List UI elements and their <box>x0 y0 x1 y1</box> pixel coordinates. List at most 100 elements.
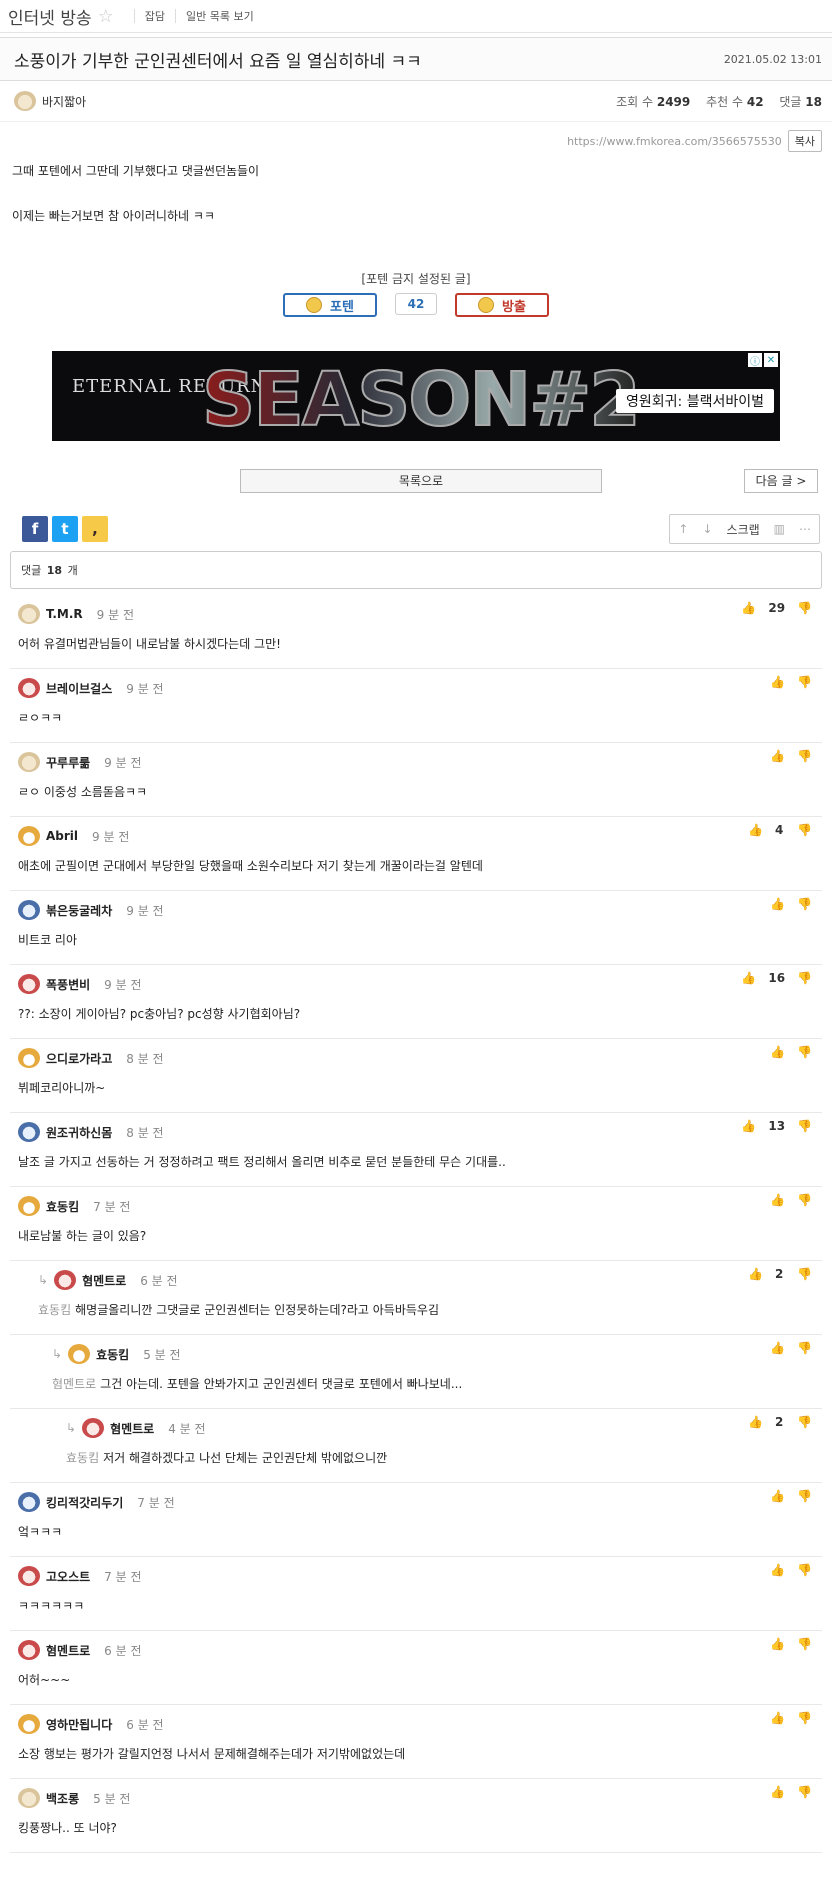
thumbs-up-icon[interactable]: 👍 <box>770 1563 785 1577</box>
copy-url-button[interactable]: 복사 <box>787 130 822 152</box>
facebook-share-icon[interactable]: f <box>22 516 48 542</box>
next-post-button[interactable]: 다음 글 > <box>744 469 818 493</box>
avatar[interactable] <box>18 1492 40 1512</box>
comment-author[interactable]: 혐멘트로 <box>110 1420 154 1437</box>
reply-target[interactable]: 혐멘트로 <box>52 1377 96 1391</box>
thumbs-down-icon[interactable]: 👎 <box>797 1193 812 1207</box>
thumbs-up-icon[interactable]: 👍 <box>770 1341 785 1355</box>
reply-target[interactable]: 효동킴 <box>66 1451 99 1465</box>
back-to-list-button[interactable]: 목록으로 <box>240 469 602 493</box>
avatar[interactable] <box>18 1640 40 1660</box>
thumbs-down-icon[interactable]: 👎 <box>797 1711 812 1725</box>
comment-author[interactable]: 브레이브걸스 <box>46 680 112 697</box>
comment-author[interactable]: 효동킴 <box>96 1346 129 1363</box>
thumbs-down-icon[interactable]: 👎 <box>797 1785 812 1799</box>
thumbs-up-icon[interactable]: 👍 <box>741 971 756 985</box>
comment-time: 7 분 전 <box>93 1199 131 1214</box>
category-link[interactable]: 잡담 <box>145 8 165 24</box>
avatar[interactable] <box>18 1048 40 1068</box>
favorite-star-icon[interactable]: ☆ <box>98 6 114 27</box>
thumbs-down-icon[interactable]: 👎 <box>797 601 812 615</box>
avatar[interactable] <box>18 826 40 846</box>
thumbs-up-icon[interactable]: 👍 <box>748 1267 763 1281</box>
thumbs-up-icon[interactable]: 👍 <box>770 749 785 763</box>
avatar[interactable] <box>18 604 40 624</box>
thumbs-down-icon[interactable]: 👎 <box>797 1119 812 1133</box>
board-name[interactable]: 인터넷 방송 <box>8 4 92 29</box>
scrap-button[interactable]: 스크랩 <box>727 521 760 538</box>
twitter-share-icon[interactable]: t <box>52 516 78 542</box>
comment-author[interactable]: 킹리적갓리두기 <box>46 1494 123 1511</box>
thumbs-down-icon[interactable]: 👎 <box>797 897 812 911</box>
thumbs-down-icon[interactable]: 👎 <box>797 1637 812 1651</box>
comment-author[interactable]: 효동킴 <box>46 1198 79 1215</box>
comment-author[interactable]: T.M.R <box>46 607 83 621</box>
ad-banner[interactable]: ETERNAL RETURN SEASON#2 영원회귀: 블랙서바이벌 ⓘ ✕ <box>52 351 780 441</box>
avatar[interactable] <box>18 1196 40 1216</box>
thumbs-down-icon[interactable]: 👎 <box>797 971 812 985</box>
thumbs-down-icon[interactable]: 👎 <box>797 823 812 837</box>
comment-author[interactable]: 혐멘트로 <box>46 1642 90 1659</box>
comment-author[interactable]: 혐멘트로 <box>82 1272 126 1289</box>
list-view-link[interactable]: 일반 목록 보기 <box>186 8 254 24</box>
avatar[interactable] <box>68 1344 91 1364</box>
ad-close-icon[interactable]: ✕ <box>764 353 778 367</box>
thumbs-up-icon[interactable]: 👍 <box>748 823 763 837</box>
thumbs-up-icon[interactable]: 👍 <box>770 1489 785 1503</box>
thumbs-up-icon[interactable]: 👍 <box>770 1045 785 1059</box>
avatar[interactable] <box>18 900 40 920</box>
avatar[interactable] <box>18 974 40 994</box>
comment-author[interactable]: 폭풍변비 <box>46 976 90 993</box>
thumbs-up-icon[interactable]: 👍 <box>770 1193 785 1207</box>
kakao-share-icon[interactable]: , <box>82 516 108 542</box>
thumbs-up-icon[interactable]: 👍 <box>770 1785 785 1799</box>
thumbs-up-icon[interactable]: 👍 <box>741 1119 756 1133</box>
arrow-up-icon[interactable]: ↑ <box>678 522 688 536</box>
avatar[interactable] <box>18 678 40 698</box>
avatar[interactable] <box>18 1122 40 1142</box>
thumbs-down-icon[interactable]: 👎 <box>797 1267 812 1281</box>
comment-author[interactable]: 영하만됩니다 <box>46 1716 112 1733</box>
thumbs-down-icon[interactable]: 👎 <box>797 1563 812 1577</box>
comment-item: 백조롱 5 분 전 킹풍짱나.. 또 너야? 👍 👎 <box>10 1779 822 1853</box>
avatar[interactable] <box>54 1270 77 1290</box>
comment-author[interactable]: 꾸루루룲 <box>46 754 90 771</box>
ad-cta[interactable]: 영원회귀: 블랙서바이벌 <box>616 389 774 413</box>
thumbs-down-icon[interactable]: 👎 <box>797 1341 812 1355</box>
comment-author[interactable]: 볶은둥굴레차 <box>46 902 112 919</box>
avatar[interactable] <box>82 1418 105 1438</box>
thumbs-up-icon[interactable]: 👍 <box>748 1415 763 1429</box>
release-vote-button[interactable]: 방출 <box>455 293 549 317</box>
thumbs-down-icon[interactable]: 👎 <box>797 675 812 689</box>
author-name[interactable]: 바지짧아 <box>42 93 86 110</box>
thumbs-up-icon[interactable]: 👍 <box>770 1637 785 1651</box>
comment-author[interactable]: 원조귀하신몸 <box>46 1124 112 1141</box>
thumbs-down-icon[interactable]: 👎 <box>797 749 812 763</box>
thumbs-down-icon[interactable]: 👎 <box>797 1489 812 1503</box>
comment-author[interactable]: 으디로가라고 <box>46 1050 112 1067</box>
comment-author[interactable]: 백조롱 <box>46 1790 79 1807</box>
arrow-down-icon[interactable]: ↓ <box>702 522 712 536</box>
avatar[interactable] <box>18 1788 40 1808</box>
thumbs-up-icon[interactable]: 👍 <box>741 601 756 615</box>
thumbs-down-icon[interactable]: 👎 <box>797 1415 812 1429</box>
avatar[interactable] <box>18 752 40 772</box>
thumbs-up-icon[interactable]: 👍 <box>770 675 785 689</box>
comment-item: 원조귀하신몸 8 분 전 날조 글 가지고 선동하는 거 정정하려고 팩트 정리… <box>10 1113 822 1187</box>
ad-info-icon[interactable]: ⓘ <box>748 353 762 368</box>
post-url[interactable]: https://www.fmkorea.com/3566575530 <box>567 135 782 148</box>
comment-time: 8 분 전 <box>126 1051 164 1066</box>
post-author[interactable]: 바지짧아 <box>14 91 86 111</box>
more-icon[interactable]: ⋯ <box>799 522 811 536</box>
avatar[interactable] <box>18 1714 40 1734</box>
thumbs-up-icon[interactable]: 👍 <box>770 1711 785 1725</box>
thumbs-up-icon[interactable]: 👍 <box>770 897 785 911</box>
thumbs-down-icon[interactable]: 👎 <box>797 1045 812 1059</box>
comment-author[interactable]: 고오스트 <box>46 1568 90 1585</box>
comment-item: 고오스트 7 분 전 ㅋㅋㅋㅋㅋㅋ 👍 👎 <box>10 1557 822 1631</box>
potten-vote-button[interactable]: 포텐 <box>283 293 377 317</box>
reply-target[interactable]: 효동킴 <box>38 1303 71 1317</box>
comment-author[interactable]: Abril <box>46 829 78 843</box>
avatar[interactable] <box>18 1566 40 1586</box>
chart-icon[interactable]: ▥ <box>774 522 785 536</box>
